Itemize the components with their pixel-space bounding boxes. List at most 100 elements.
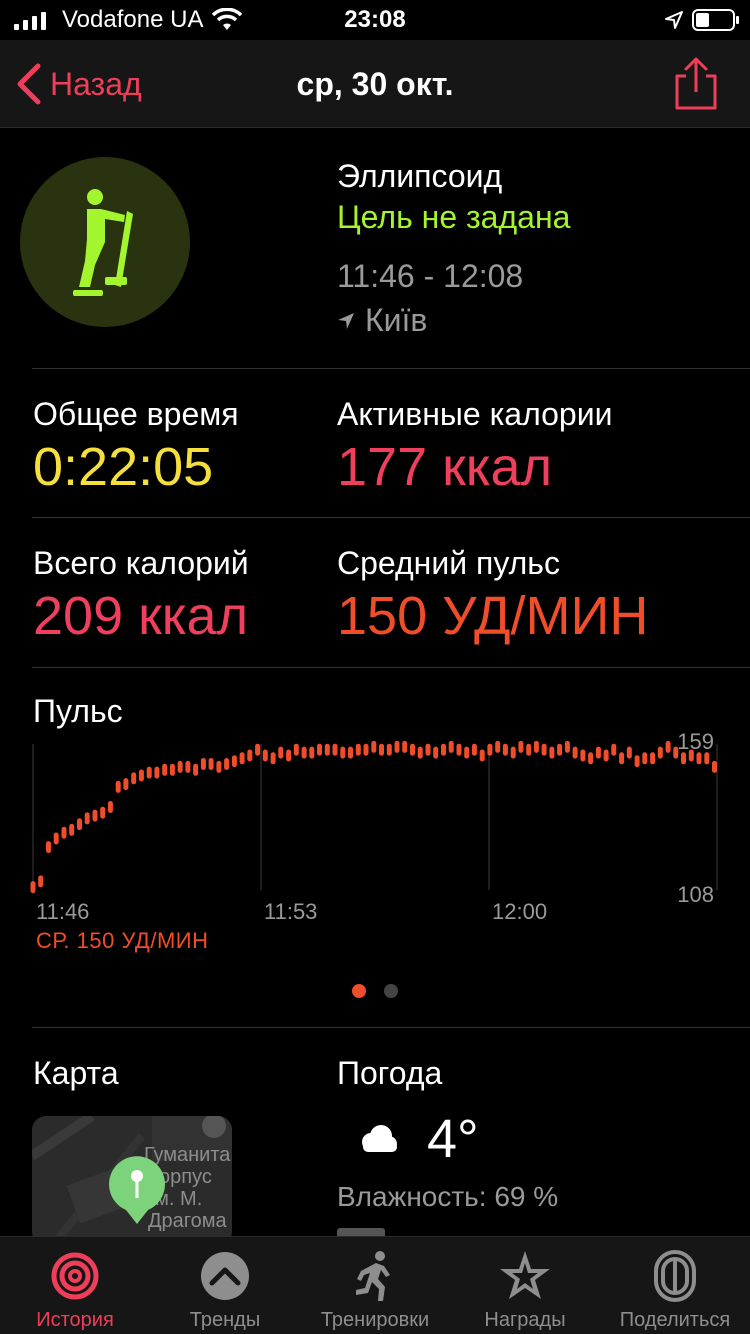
heart-rate-point [69,823,75,836]
heart-rate-point [107,801,113,813]
heart-rate-point [46,841,51,854]
heart-rate-point [518,740,524,753]
workout-type: Эллипсоид [337,158,503,194]
heart-rate-title: Пульс [33,693,123,729]
heart-rate-point [681,752,686,765]
heart-rate-point [100,806,106,819]
heart-rate-point [301,746,307,759]
heart-rate-point [471,743,477,756]
heart-rate-point [448,740,454,753]
heart-rate-point [286,749,292,762]
heart-rate-point [332,743,338,756]
heart-rate-point [425,743,431,756]
weather-title: Погода [337,1055,443,1091]
heart-rate-point [541,743,547,756]
tab-label: Награды [484,1309,566,1331]
heart-rate-point [146,766,152,779]
x-tick-label: 11:53 [264,899,317,924]
heart-rate-point [495,740,501,753]
heart-rate-point [53,832,59,845]
heart-rate-point [123,778,129,791]
heart-rate-point [324,743,330,756]
heart-rate-point [572,746,578,759]
heart-rate-point [216,760,222,773]
heart-rate-point [169,763,175,776]
heart-rate-point [177,760,183,773]
cloud-icon [362,1125,397,1152]
heart-rate-point [340,746,346,759]
active-calories-label: Активные калории [337,396,613,432]
share-icon[interactable] [672,56,720,112]
workout-location: Київ [337,302,427,339]
heart-rate-point [386,743,392,756]
heart-rate-chart[interactable]: 159 108 11:46 11:53 12:00 [0,730,750,960]
x-tick-label: 11:46 [36,899,89,924]
divider [32,368,750,369]
trends-chevron-icon [201,1252,249,1300]
heart-rate-point [479,749,485,762]
heart-rate-point [704,752,710,765]
heart-rate-point [603,749,609,762]
total-calories-label: Всего калорий [33,545,249,581]
award-star-icon [500,1251,550,1299]
tab-history[interactable]: История [0,1237,150,1334]
heart-rate-point [456,743,462,756]
tab-label: История [36,1309,114,1331]
heart-rate-point [502,743,508,756]
workout-goal: Цель не задана [337,199,571,235]
heart-rate-point [208,758,214,770]
x-tick-label: 12:00 [492,899,547,924]
page-indicator[interactable] [384,984,398,998]
total-time-label: Общее время [33,396,239,432]
heart-rate-point [247,749,253,762]
map-pin-icon [109,1156,165,1224]
heart-rate-point [688,749,694,762]
heart-rate-point [77,818,82,831]
location-label: Київ [365,302,428,338]
heart-rate-point [557,743,563,756]
heart-rate-point [92,809,98,822]
tab-sharing[interactable]: Поделиться [600,1237,750,1334]
map-thumbnail[interactable]: Гуманита корпус им. М. Драгома [32,1116,232,1246]
divider [32,667,750,668]
workout-type-badge [20,157,190,327]
heart-rate-point [30,881,36,894]
page-indicator-active[interactable] [352,984,366,998]
heart-rate-point [224,758,230,770]
tab-workouts[interactable]: Тренировки [300,1237,450,1334]
chart-min-label: 108 [677,882,714,907]
tab-trends[interactable]: Тренды [150,1237,300,1334]
map-title: Карта [33,1055,119,1091]
heart-rate-point [262,749,268,762]
heart-rate-point [379,743,384,756]
weather-temperature: 4° [427,1109,479,1169]
heart-rate-point [363,743,369,756]
heart-rate-point [696,752,702,765]
heart-rate-point [131,772,137,785]
heart-rate-point [278,746,284,759]
heart-rate-point [115,780,121,793]
navigation-bar: Назад ср, 30 окт. [0,40,750,128]
location-arrow-icon [338,312,354,329]
heart-rate-point [533,740,539,753]
heart-rate-point [138,769,144,782]
heart-rate-point [309,746,315,759]
heart-rate-point [410,743,415,756]
heart-rate-point [193,763,199,776]
weather-humidity: Влажность: 69 % [337,1181,559,1212]
heart-rate-point [564,740,570,753]
page-title: ср, 30 окт. [296,66,454,102]
running-figure-icon [356,1251,390,1301]
tab-awards[interactable]: Награды [450,1237,600,1334]
heart-rate-point [433,746,439,759]
tab-label: Тренды [189,1309,261,1331]
tab-label: Тренировки [320,1309,430,1331]
heart-rate-point [154,766,160,779]
heart-rate-point [526,743,532,756]
avg-heart-rate-value: 150 УД/МИН [337,586,649,646]
heart-rate-point [487,743,493,756]
active-calories-value: 177 ккал [337,437,553,497]
heart-rate-point [549,746,555,759]
clock: 23:08 [344,6,406,33]
heart-rate-point [84,812,90,825]
